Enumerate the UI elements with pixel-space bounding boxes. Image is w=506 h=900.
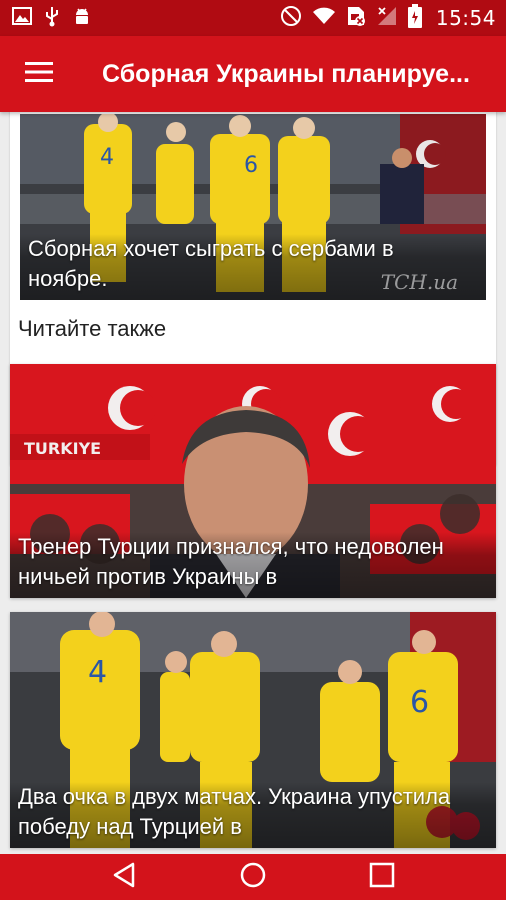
image-icon: [12, 6, 32, 30]
recents-button[interactable]: [362, 857, 402, 897]
status-bar: 15:54: [0, 0, 506, 36]
status-left-icons: [12, 5, 92, 31]
related-news-item[interactable]: TURKIYE Тренер Турции признался, что нед…: [10, 364, 496, 598]
android-icon: [72, 6, 92, 30]
usb-icon: [44, 5, 60, 31]
svg-text:6: 6: [410, 685, 429, 720]
news-photo: TURKIYE Тренер Турции признался, что нед…: [10, 364, 496, 598]
page-title: Сборная Украины планируе...: [102, 59, 470, 88]
status-time: 15:54: [435, 6, 496, 30]
svg-text:4: 4: [88, 655, 107, 690]
menu-button[interactable]: [0, 36, 78, 112]
see-also-heading: Читайте также: [18, 316, 167, 341]
signal-icon: [376, 5, 398, 31]
status-right-icons: 15:54: [280, 4, 496, 32]
article-photo[interactable]: 4 6 Сборная хочет сыграть с сербами в но…: [20, 114, 486, 300]
hamburger-menu-icon: [25, 61, 53, 87]
related-news-item[interactable]: 4 6 Два очка в двух матчах. Украина упус…: [10, 612, 496, 848]
svg-text:6: 6: [244, 153, 258, 178]
navigation-bar: [0, 854, 506, 900]
back-button[interactable]: [104, 857, 144, 897]
news-photo-caption: Тренер Турции признался, что недоволен н…: [10, 532, 496, 598]
home-button[interactable]: [233, 857, 273, 897]
news-photo: 4 6 Два очка в двух матчах. Украина упус…: [10, 612, 496, 848]
battery-icon: [407, 4, 422, 32]
back-icon: [111, 861, 137, 893]
wifi-icon: [312, 6, 336, 30]
recents-icon: [369, 862, 395, 892]
news-photo-caption: Два очка в двух матчах. Украина упустила…: [10, 782, 496, 848]
article-content[interactable]: 4 6 Сборная хочет сыграть с сербами в но…: [0, 112, 506, 854]
svg-text:4: 4: [100, 145, 114, 170]
no-sim-icon: [346, 5, 366, 31]
svg-text:TURKIYE: TURKIYE: [24, 439, 101, 458]
do-not-disturb-icon: [280, 5, 302, 31]
source-watermark: TCH.ua: [380, 270, 458, 294]
home-icon: [239, 861, 267, 893]
app-bar: Сборная Украины планируе...: [0, 36, 506, 112]
